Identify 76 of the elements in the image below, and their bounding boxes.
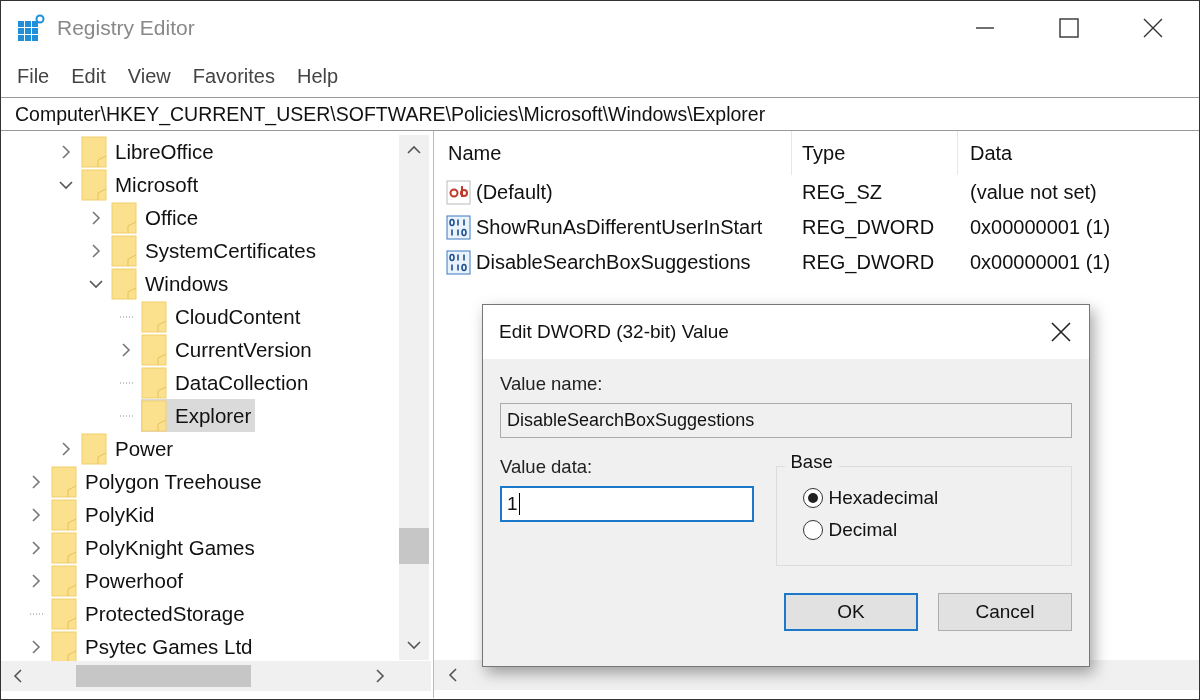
field-label: Value name: [500,373,603,395]
value-data: (value not set) [969,181,1098,204]
scroll-right-icon[interactable] [375,669,385,683]
value-type: REG_DWORD [801,216,936,239]
folder-icon [141,333,167,366]
binary-value-icon [446,249,472,276]
tree-item[interactable]: PolyKid [51,498,159,531]
folder-icon [81,135,107,168]
tree-item[interactable]: Microsoft [81,168,203,201]
tree-item[interactable]: Office [111,201,203,234]
tree-item[interactable]: PolyKnight Games [51,531,259,564]
string-value-icon [446,179,472,206]
tree-item[interactable]: Psytec Games Ltd [51,630,257,663]
maximize-icon[interactable] [1059,18,1079,38]
folder-icon [51,564,77,597]
menu-item[interactable]: Edit [71,64,106,88]
folder-icon [81,432,107,465]
folder-icon [111,201,137,234]
scroll-up-icon[interactable] [407,145,421,155]
folder-icon [51,498,77,531]
folder-icon [141,366,167,399]
column-header[interactable]: Type [792,131,958,175]
value-data: 0x00000001 (1) [969,216,1112,239]
registry-cube-icon [17,14,45,42]
cancel-button[interactable]: Cancel [938,593,1072,631]
scroll-thumb[interactable] [76,665,251,687]
folder-icon [51,597,77,630]
folder-icon [111,267,137,300]
ok-button[interactable]: OK [784,593,918,631]
tree-item[interactable]: Explorer [141,399,256,432]
radio-option[interactable]: Hexadecimal [802,487,939,509]
tree-item[interactable]: DataCollection [141,366,313,399]
value-name[interactable]: ShowRunAsDifferentUserInStart [476,216,763,239]
vertical-scrollbar[interactable] [399,135,429,660]
menu-item[interactable]: File [17,64,50,88]
menu-item[interactable]: Help [296,64,339,88]
close-icon[interactable] [1051,322,1071,342]
scroll-thumb[interactable] [399,528,429,564]
tree-item[interactable]: CloudContent [141,300,305,333]
address-bar[interactable]: Computer\HKEY_CURRENT_USER\SOFTWARE\Policies\Microsoft\Windows\Explorer [1,97,1199,131]
value-data-field[interactable]: 1 [500,486,754,522]
tree-item[interactable]: Power [81,432,178,465]
scroll-left-icon[interactable] [448,668,458,682]
menu-item[interactable]: View [127,64,171,88]
value-type: REG_SZ [801,181,884,204]
folder-icon [51,630,77,663]
window-title: Registry Editor [57,16,195,40]
field-label: Value data: [500,456,593,478]
folder-icon [51,531,77,564]
scroll-left-icon[interactable] [13,669,23,683]
close-icon[interactable] [1143,18,1163,38]
folder-icon [81,168,107,201]
radio-option[interactable]: Decimal [802,519,898,541]
folder-icon [141,300,167,333]
value-data: 0x00000001 (1) [969,251,1112,274]
value-name-field[interactable]: DisableSearchBoxSuggestions [500,403,1072,438]
folder-icon [141,399,167,432]
tree-item[interactable]: LibreOffice [81,135,218,168]
tree-item[interactable]: CurrentVersion [141,333,316,366]
horizontal-scrollbar[interactable] [1,661,431,691]
tree-item[interactable]: ProtectedStorage [51,597,249,630]
scroll-down-icon[interactable] [407,640,421,650]
tree-item[interactable]: Polygon Treehouse [51,465,266,498]
value-type: REG_DWORD [801,251,936,274]
folder-icon [111,234,137,267]
tree-item[interactable]: Windows [111,267,233,300]
column-header[interactable]: Data [958,131,1199,175]
folder-icon [51,465,77,498]
value-name[interactable]: DisableSearchBoxSuggestions [476,251,751,274]
menu-item[interactable]: Favorites [192,64,275,88]
tree-item[interactable]: Powerhoof [51,564,187,597]
dialog-title: Edit DWORD (32-bit) Value [499,321,729,343]
tree-item[interactable]: SystemCertificates [111,234,320,267]
binary-value-icon [446,214,472,241]
value-name[interactable]: (Default) [476,181,553,204]
column-header[interactable]: Name [446,131,792,175]
